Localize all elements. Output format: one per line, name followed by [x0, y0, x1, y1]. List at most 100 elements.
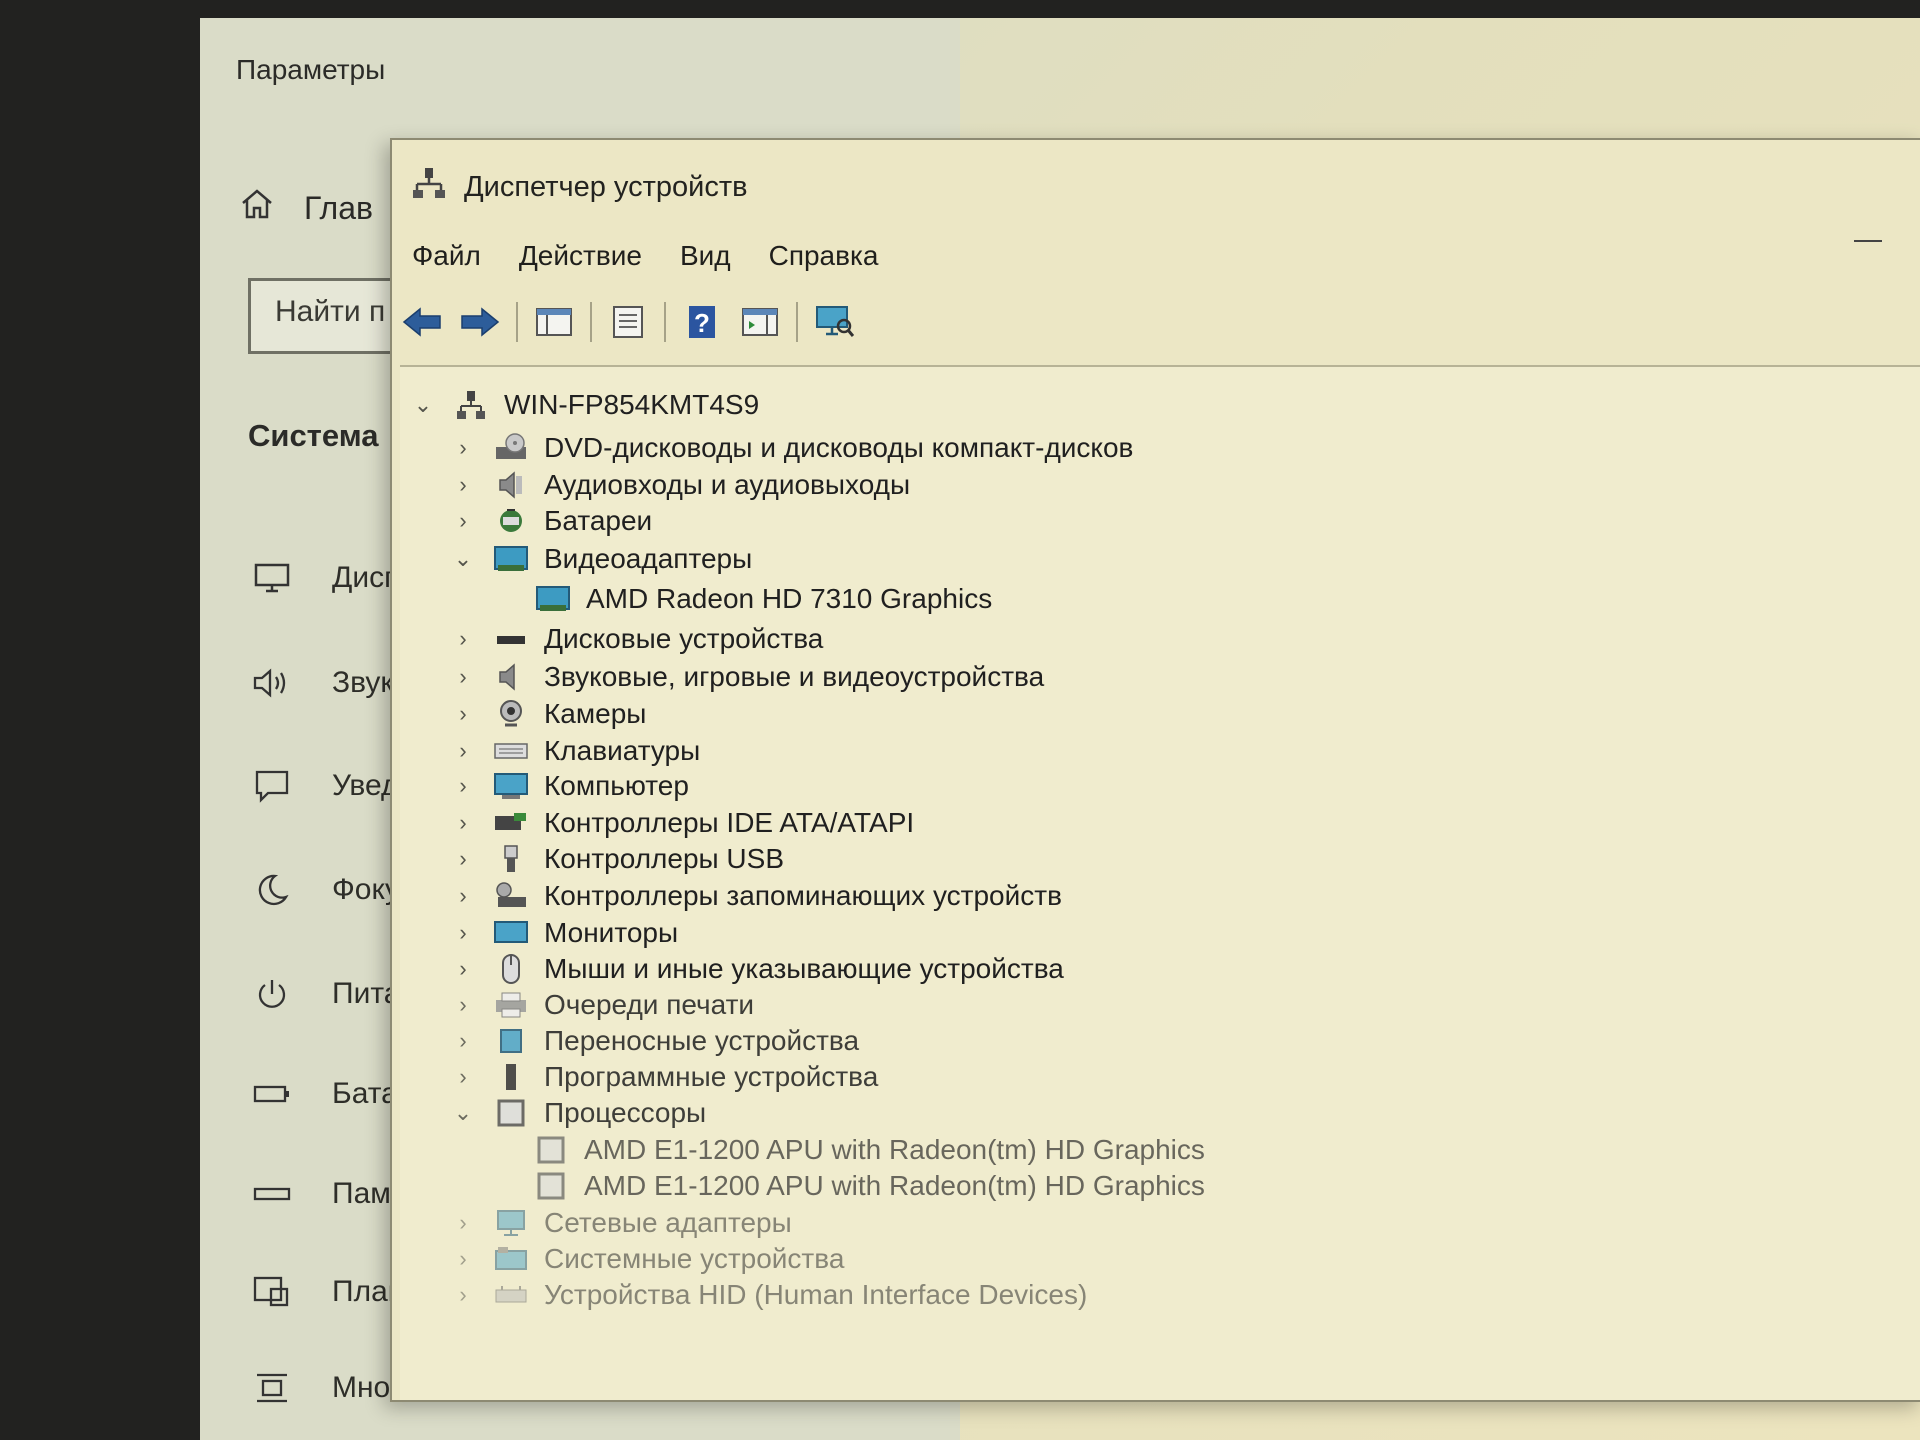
nav-item-storage[interactable]: Памя: [250, 1174, 407, 1214]
category-label: Системные устройства: [544, 1243, 845, 1274]
action-pane-button[interactable]: [738, 300, 782, 344]
tree-category[interactable]: › Звуковые, игровые и видеоустройства: [452, 661, 1044, 693]
dvd-icon: [494, 433, 528, 463]
nav-item-display[interactable]: Дисп: [250, 558, 400, 598]
menu-file[interactable]: Файл: [412, 240, 481, 272]
tree-category[interactable]: › Контроллеры IDE ATA/ATAPI: [452, 807, 914, 839]
sound-icon: [494, 662, 528, 692]
category-label: Контроллеры IDE ATA/ATAPI: [544, 807, 915, 838]
power-icon: [250, 974, 294, 1014]
chevron-right-icon[interactable]: ›: [452, 435, 474, 461]
chevron-right-icon[interactable]: ›: [452, 1246, 474, 1272]
category-label: Звуковые, игровые и видеоустройства: [544, 661, 1045, 692]
back-button[interactable]: [400, 300, 444, 344]
chevron-down-icon[interactable]: ⌄: [452, 1100, 474, 1126]
monitor-icon: [494, 918, 528, 948]
nav-item-label: Увед: [332, 769, 399, 802]
tree-device[interactable]: AMD E1-1200 APU with Radeon(tm) HD Graph…: [534, 1134, 1205, 1166]
tree-category[interactable]: › Компьютер: [452, 770, 689, 802]
chevron-right-icon[interactable]: ›: [452, 664, 474, 690]
show-hide-console-tree-button[interactable]: [532, 300, 576, 344]
tree-category[interactable]: › Дисковые устройства: [452, 623, 823, 655]
tree-category[interactable]: › Мониторы: [452, 917, 678, 949]
chevron-right-icon[interactable]: ›: [452, 1210, 474, 1236]
category-label: Переносные устройства: [544, 1025, 860, 1056]
chevron-right-icon[interactable]: ›: [452, 920, 474, 946]
toolbar-separator: [516, 302, 518, 342]
properties-button[interactable]: [606, 300, 650, 344]
chevron-right-icon[interactable]: ›: [452, 1064, 474, 1090]
computer-icon: [494, 771, 528, 801]
computer-tree-icon: [454, 390, 488, 420]
tree-category[interactable]: › Контроллеры запоминающих устройств: [452, 880, 1062, 912]
tree-root[interactable]: ⌄ WIN-FP854KMT4S9: [412, 389, 759, 421]
usb-icon: [494, 844, 528, 874]
tree-category[interactable]: › Устройства HID (Human Interface Device…: [452, 1279, 1087, 1311]
category-label: Видеоадаптеры: [544, 543, 753, 574]
chevron-right-icon[interactable]: ›: [452, 883, 474, 909]
nav-item-tablet[interactable]: План: [250, 1272, 404, 1312]
minimize-button[interactable]: [1854, 240, 1882, 242]
help-icon: ?: [689, 306, 715, 338]
chevron-right-icon[interactable]: ›: [452, 472, 474, 498]
tablet-icon: [250, 1272, 294, 1312]
ide-icon: [494, 808, 528, 838]
tree-category[interactable]: › Очереди печати: [452, 989, 754, 1021]
chevron-right-icon[interactable]: ›: [452, 992, 474, 1018]
menu-help[interactable]: Справка: [769, 240, 879, 272]
chevron-right-icon[interactable]: ›: [452, 701, 474, 727]
tree-category[interactable]: › Программные устройства: [452, 1061, 878, 1093]
menu-action[interactable]: Действие: [519, 240, 642, 272]
category-label: Контроллеры USB: [544, 843, 784, 874]
tree-category[interactable]: › Аудиовходы и аудиовыходы: [452, 469, 910, 501]
tree-category[interactable]: › Камеры: [452, 698, 646, 730]
chevron-right-icon[interactable]: ›: [452, 846, 474, 872]
menu-view[interactable]: Вид: [680, 240, 731, 272]
cpu-icon: [534, 1135, 568, 1165]
tree-category[interactable]: ⌄ Процессоры: [452, 1097, 706, 1129]
nav-item-multitask[interactable]: Мно: [250, 1368, 390, 1408]
tree-category[interactable]: › DVD-дисководы и дисководы компакт-диск…: [452, 432, 1133, 464]
tree-device[interactable]: AMD Radeon HD 7310 Graphics: [536, 583, 992, 615]
toolbar-separator: [796, 302, 798, 342]
tree-category[interactable]: › Клавиатуры: [452, 735, 700, 767]
nav-item-sound[interactable]: Звук: [250, 663, 394, 703]
hid-icon: [494, 1280, 528, 1310]
chevron-right-icon[interactable]: ›: [452, 626, 474, 652]
battery-icon: [494, 506, 528, 536]
category-label: Очереди печати: [544, 989, 755, 1020]
chevron-right-icon[interactable]: ›: [452, 773, 474, 799]
chevron-right-icon[interactable]: ›: [452, 956, 474, 982]
help-button[interactable]: ?: [680, 300, 724, 344]
category-label: Аудиовходы и аудиовыходы: [544, 469, 911, 500]
storage-controller-icon: [494, 881, 528, 911]
nav-item-focus[interactable]: Фоку: [250, 870, 400, 910]
home-link[interactable]: Глав: [240, 188, 373, 228]
tree-category[interactable]: › Батареи: [452, 505, 652, 537]
svg-text:?: ?: [694, 308, 710, 338]
toolbar-separator: [664, 302, 666, 342]
chevron-right-icon[interactable]: ›: [452, 508, 474, 534]
multitask-icon: [250, 1368, 294, 1408]
chevron-right-icon[interactable]: ›: [452, 1028, 474, 1054]
chevron-down-icon[interactable]: ⌄: [452, 546, 474, 572]
scan-hardware-button[interactable]: [812, 300, 856, 344]
chevron-right-icon[interactable]: ›: [452, 738, 474, 764]
tree-device[interactable]: AMD E1-1200 APU with Radeon(tm) HD Graph…: [534, 1170, 1205, 1202]
chevron-right-icon[interactable]: ›: [452, 810, 474, 836]
tree-category[interactable]: › Переносные устройства: [452, 1025, 859, 1057]
chevron-right-icon[interactable]: ›: [452, 1282, 474, 1308]
cpu-icon: [534, 1171, 568, 1201]
device-label: AMD E1-1200 APU with Radeon(tm) HD Graph…: [584, 1170, 1205, 1201]
action-pane-icon: [742, 308, 778, 336]
tree-category[interactable]: ⌄ Видеоадаптеры: [452, 543, 752, 575]
tree-category[interactable]: › Системные устройства: [452, 1243, 844, 1275]
tree-category[interactable]: › Мыши и иные указывающие устройства: [452, 953, 1064, 985]
display-adapter-icon: [536, 584, 570, 614]
forward-button[interactable]: [458, 300, 502, 344]
nav-item-power[interactable]: Пита: [250, 974, 400, 1014]
nav-item-notifications[interactable]: Увед: [250, 766, 399, 806]
chevron-down-icon[interactable]: ⌄: [412, 392, 434, 418]
tree-category[interactable]: › Контроллеры USB: [452, 843, 784, 875]
tree-category[interactable]: › Сетевые адаптеры: [452, 1207, 791, 1239]
